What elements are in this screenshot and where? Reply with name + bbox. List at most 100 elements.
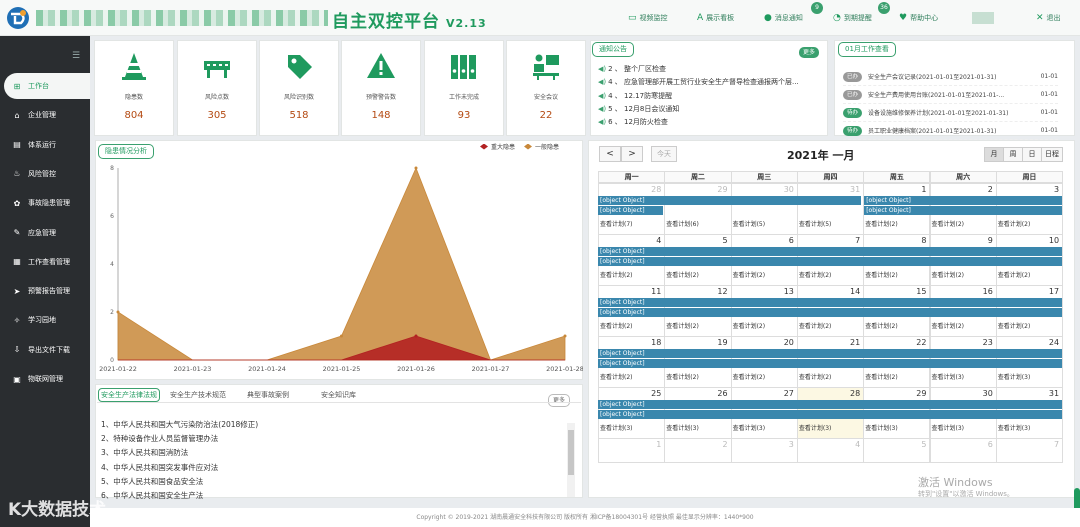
- tab-1[interactable]: 安全生产技术规范: [170, 390, 226, 400]
- tab-0[interactable]: 安全生产法律法规: [98, 388, 160, 402]
- stat-card-4[interactable]: 工作未完成 93: [424, 40, 504, 136]
- view-plan-link[interactable]: 查看计划(2): [666, 321, 699, 330]
- work-item[interactable]: 待办 员工职业健康档案(2021-01-01至2021-01-31) 01-01: [843, 122, 1058, 140]
- notice-more-button[interactable]: 更多: [799, 47, 820, 58]
- calendar-view-0[interactable]: 月: [984, 147, 1004, 162]
- view-plan-link[interactable]: 查看计划(7): [600, 219, 633, 228]
- view-plan-link[interactable]: 查看计划(2): [600, 321, 633, 330]
- sidebar-item-4[interactable]: ✿ 事故隐患管理: [0, 190, 90, 216]
- calendar-next-button[interactable]: >: [621, 146, 643, 162]
- menu-toggle-icon[interactable]: ☰: [72, 51, 80, 61]
- calendar-view-2[interactable]: 日: [1022, 147, 1042, 162]
- work-item[interactable]: 待办 设备设施维修保养计划(2021-01-01至2021-01-31) 01-01: [843, 104, 1058, 122]
- view-plan-link[interactable]: 查看计划(2): [865, 372, 898, 381]
- view-plan-link[interactable]: 查看计划(3): [600, 423, 633, 432]
- calendar-view-1[interactable]: 周: [1003, 147, 1023, 162]
- view-plan-link[interactable]: 查看计划(2): [865, 321, 898, 330]
- view-plan-link[interactable]: 查看计划(3): [799, 423, 832, 432]
- calendar-event[interactable]: [object Object]: [598, 247, 1063, 256]
- sidebar-item-5[interactable]: ✎ 应急管理: [0, 220, 90, 246]
- law-item[interactable]: 3、中华人民共和国消防法: [101, 447, 188, 458]
- sidebar-item-8[interactable]: ✧ 学习园地: [0, 307, 90, 333]
- nav-monitor-button[interactable]: ▭ 视频监控: [628, 0, 668, 36]
- stat-card-0[interactable]: 隐患数 804: [94, 40, 174, 136]
- view-plan-link[interactable]: 查看计划(2): [932, 321, 965, 330]
- view-plan-link[interactable]: 查看计划(3): [666, 423, 699, 432]
- view-plan-link[interactable]: 查看计划(3): [932, 372, 965, 381]
- tab-3[interactable]: 安全知识库: [321, 390, 356, 400]
- sidebar-item-0[interactable]: ⊞ 工作台: [4, 73, 90, 99]
- sidebar-item-1[interactable]: ⌂ 企业管理: [0, 102, 90, 128]
- view-plan-link[interactable]: 查看计划(2): [733, 372, 766, 381]
- stat-card-5[interactable]: 安全会议 22: [506, 40, 586, 136]
- calendar-event[interactable]: [object Object]: [598, 400, 1063, 409]
- calendar-event[interactable]: [object Object]: [598, 257, 1063, 266]
- tab-2[interactable]: 典型事故案例: [247, 390, 289, 400]
- nav-alarm-button[interactable]: ◔ 到期提醒: [833, 0, 872, 36]
- law-item[interactable]: 5、中华人民共和国食品安全法: [101, 476, 203, 487]
- view-plan-link[interactable]: 查看计划(6): [666, 219, 699, 228]
- notice-item[interactable]: ◀) 6 、 12月防火检查: [598, 117, 820, 130]
- stat-card-2[interactable]: 风险识别数 518: [259, 40, 339, 136]
- work-item[interactable]: 已办 安全生产会议记录(2021-01-01至2021-01-31) 01-01: [843, 68, 1058, 86]
- view-plan-link[interactable]: 查看计划(2): [733, 321, 766, 330]
- calendar-event[interactable]: [object Object]: [598, 298, 1063, 307]
- stat-card-3[interactable]: 预警警告数 148: [341, 40, 421, 136]
- view-plan-link[interactable]: 查看计划(2): [799, 270, 832, 279]
- law-item[interactable]: 4、中华人民共和国突发事件应对法: [101, 462, 218, 473]
- law-item[interactable]: 2、特种设备作业人员监督管理办法: [101, 433, 218, 444]
- view-plan-link[interactable]: 查看计划(2): [998, 321, 1031, 330]
- calendar-day-cell[interactable]: 3: [730, 438, 798, 463]
- calendar-today-button[interactable]: 今天: [651, 146, 677, 162]
- view-plan-link[interactable]: 查看计划(3): [733, 423, 766, 432]
- calendar-event[interactable]: [object Object]: [598, 308, 1063, 317]
- sidebar-item-7[interactable]: ➤ 预警报告管理: [0, 278, 90, 304]
- notice-item[interactable]: ◀) 4 、 12.17防寒提醒: [598, 91, 820, 104]
- calendar-day-cell[interactable]: 4: [796, 438, 865, 463]
- calendar-day-cell[interactable]: 1: [598, 438, 666, 463]
- view-plan-link[interactable]: 查看计划(2): [932, 219, 965, 228]
- view-plan-link[interactable]: 查看计划(3): [865, 423, 898, 432]
- view-plan-link[interactable]: 查看计划(2): [666, 270, 699, 279]
- calendar-day-cell[interactable]: 2: [664, 438, 732, 463]
- view-plan-link[interactable]: 查看计划(2): [666, 372, 699, 381]
- view-plan-link[interactable]: 查看计划(5): [733, 219, 766, 228]
- view-plan-link[interactable]: 查看计划(2): [600, 270, 633, 279]
- view-plan-link[interactable]: 查看计划(2): [998, 219, 1031, 228]
- sidebar-item-3[interactable]: ♨ 风险管控: [0, 161, 90, 187]
- law-item[interactable]: 1、中华人民共和国大气污染防治法(2018修正): [101, 419, 258, 430]
- law-item[interactable]: 6、中华人民共和国安全生产法: [101, 490, 203, 501]
- sidebar-item-2[interactable]: ▤ 体系运行: [0, 132, 90, 158]
- view-plan-link[interactable]: 查看计划(2): [799, 372, 832, 381]
- view-plan-link[interactable]: 查看计划(2): [932, 270, 965, 279]
- calendar-event[interactable]: [object Object]: [598, 410, 1063, 419]
- view-plan-link[interactable]: 查看计划(2): [865, 219, 898, 228]
- view-plan-link[interactable]: 查看计划(2): [865, 270, 898, 279]
- view-plan-link[interactable]: 查看计划(5): [799, 219, 832, 228]
- view-plan-link[interactable]: 查看计划(2): [733, 270, 766, 279]
- nav-heart-button[interactable]: ♥ 帮助中心: [899, 0, 938, 36]
- calendar-view-3[interactable]: 日程: [1041, 147, 1063, 162]
- nav-message-button[interactable]: ● 消息通知: [764, 0, 803, 36]
- sidebar-item-10[interactable]: ▣ 物联网管理: [0, 366, 90, 392]
- calendar-event[interactable]: [object Object]: [864, 196, 1063, 205]
- sidebar-item-6[interactable]: ▦ 工作查看管理: [0, 249, 90, 275]
- nav-dashboard-button[interactable]: A 展示看板: [697, 0, 734, 36]
- view-plan-link[interactable]: 查看计划(2): [998, 270, 1031, 279]
- calendar-event[interactable]: [object Object]: [598, 206, 664, 215]
- calendar-day-cell[interactable]: 7: [995, 438, 1064, 463]
- view-plan-link[interactable]: 查看计划(3): [998, 372, 1031, 381]
- notice-item[interactable]: ◀) 2 、 整个厂区检查: [598, 64, 820, 77]
- calendar-day-cell[interactable]: 5: [863, 438, 931, 463]
- calendar-prev-button[interactable]: <: [599, 146, 621, 162]
- calendar-event[interactable]: [object Object]: [598, 359, 1063, 368]
- calendar-event[interactable]: [object Object]: [598, 196, 862, 205]
- view-plan-link[interactable]: 查看计划(3): [932, 423, 965, 432]
- calendar-event[interactable]: [object Object]: [864, 206, 1063, 215]
- calendar-day-cell[interactable]: 6: [929, 438, 997, 463]
- calendar-event[interactable]: [object Object]: [598, 349, 1063, 358]
- notice-item[interactable]: ◀) 4 、 应急管理部开展工贸行业安全生产督导检查通报两个层...: [598, 77, 820, 90]
- laws-scrollbar-thumb[interactable]: [568, 430, 574, 475]
- stat-card-1[interactable]: 风险点数 305: [177, 40, 257, 136]
- view-plan-link[interactable]: 查看计划(3): [998, 423, 1031, 432]
